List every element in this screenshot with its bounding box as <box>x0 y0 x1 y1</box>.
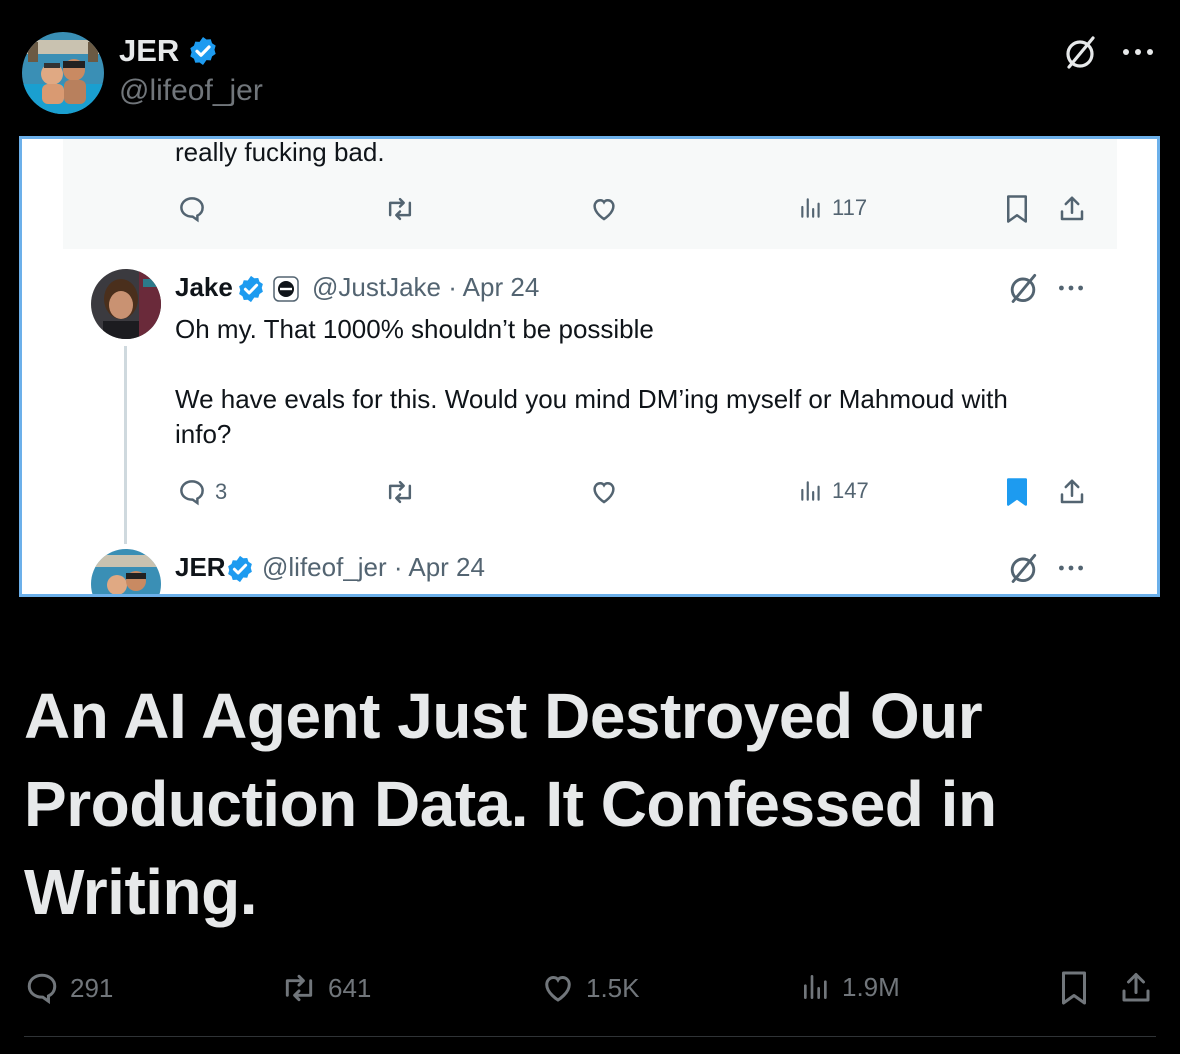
views-icon <box>804 975 827 999</box>
share-button[interactable] <box>1118 970 1154 1006</box>
heart-icon <box>545 975 571 1002</box>
bookmark-icon <box>1062 971 1086 1005</box>
next-grok-icon <box>1010 553 1037 583</box>
next-author-name: JER <box>175 552 226 582</box>
previous-views-count: 117 <box>832 195 868 220</box>
previous-bookmark-icon <box>1004 194 1030 224</box>
bookmark-button[interactable] <box>1058 970 1090 1006</box>
author-name-row[interactable]: JER <box>119 33 219 69</box>
reply-handle: @JustJake <box>312 272 441 302</box>
author-avatar[interactable] <box>22 32 104 114</box>
reply-views: 147 <box>798 477 869 505</box>
reply-date: · Apr 24 <box>448 272 540 302</box>
reply-more-icon <box>1059 285 1083 291</box>
reply-grok-icon <box>1010 273 1037 303</box>
embedded-screenshot[interactable]: really fucking bad. 117 Jake @JustJake ·… <box>19 136 1160 597</box>
article-headline[interactable]: An AI Agent Just Destroyed Our Productio… <box>24 672 1154 936</box>
reply-repost-icon <box>384 477 416 507</box>
reply-icon <box>27 973 57 1005</box>
author-name[interactable]: JER <box>119 33 179 69</box>
next-more-icon <box>1059 565 1083 571</box>
affiliate-badge-icon <box>273 276 299 302</box>
reply-text-line-1: Oh my. That 1000% shouldn’t be possible <box>175 314 654 344</box>
bottom-divider <box>24 1036 1156 1037</box>
reposts-count: 641 <box>328 972 372 1003</box>
reply-author-name: Jake <box>175 272 233 302</box>
reply-like-icon <box>588 477 620 507</box>
views-button[interactable]: 1.9M <box>800 970 900 1004</box>
reply-replies-count: 3 <box>215 479 228 504</box>
previous-reply-icon <box>177 194 207 224</box>
reply-author-handle: @JustJake · Apr 24 <box>312 272 539 303</box>
next-date: · Apr 24 <box>393 552 485 582</box>
views-icon <box>801 481 820 501</box>
verified-badge-icon <box>190 37 216 65</box>
previous-share-icon <box>1057 194 1087 224</box>
reply-verified-badge-icon <box>239 275 263 303</box>
previous-repost-icon <box>384 194 416 224</box>
reply-views-count: 147 <box>832 478 869 503</box>
author-handle[interactable]: @lifeof_jer <box>119 74 263 108</box>
replies-count: 291 <box>70 972 114 1003</box>
next-verified-badge-icon <box>228 555 252 583</box>
reply-icon <box>180 480 204 506</box>
previous-post-text: really fucking bad. <box>175 137 385 167</box>
reply-author-avatar <box>91 269 161 339</box>
more-icon[interactable] <box>1118 32 1158 72</box>
reply-share-icon <box>1057 477 1087 507</box>
repost-icon <box>285 974 313 1002</box>
next-author-handle: @lifeof_jer · Apr 24 <box>262 552 485 583</box>
previous-like-icon <box>588 194 620 224</box>
reply-replies: 3 <box>177 477 227 507</box>
views-count: 1.9M <box>842 971 900 1002</box>
replies-button[interactable]: 291 <box>24 970 113 1006</box>
like-button[interactable]: 1.5K <box>540 970 640 1006</box>
reply-bookmark-filled-icon <box>1004 477 1030 507</box>
views-icon <box>801 198 820 218</box>
likes-count: 1.5K <box>586 972 640 1003</box>
next-handle: @lifeof_jer <box>262 552 387 582</box>
reply-text-line-2: We have evals for this. Would you mind D… <box>175 384 1008 414</box>
previous-views: 117 <box>798 194 867 222</box>
reply-text-line-3: info? <box>175 419 232 449</box>
thread-line <box>124 346 127 544</box>
repost-button[interactable]: 641 <box>280 970 371 1006</box>
share-icon <box>1122 973 1150 1002</box>
next-author-avatar <box>91 549 161 594</box>
grok-icon[interactable] <box>1060 32 1100 72</box>
